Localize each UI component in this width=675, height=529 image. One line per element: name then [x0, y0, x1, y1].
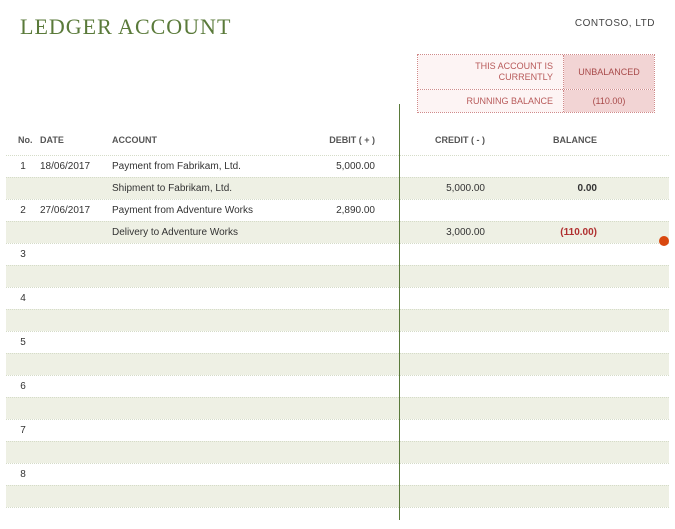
col-header-debit: DEBIT ( + ) — [302, 135, 387, 145]
cell-debit: 5,000.00 — [302, 161, 387, 172]
cell-balance: 0.00 — [497, 183, 627, 194]
table-row — [6, 309, 669, 331]
table-row — [6, 485, 669, 507]
status-row-running-balance: RUNNING BALANCE (110.00) — [417, 90, 655, 114]
table-row — [6, 441, 669, 463]
cell-no: 3 — [6, 249, 40, 260]
cell-date: 18/06/2017 — [40, 161, 112, 172]
table-row: 6 — [6, 375, 669, 397]
status-label: RUNNING BALANCE — [418, 90, 564, 113]
cell-no: 5 — [6, 337, 40, 348]
cell-no: 7 — [6, 425, 40, 436]
col-header-account: ACCOUNT — [112, 135, 302, 145]
col-header-no: No. — [6, 135, 40, 145]
cell-credit: 3,000.00 — [387, 227, 497, 238]
table-row: 5 — [6, 331, 669, 353]
cell-no: 1 — [6, 161, 40, 172]
cell-account: Payment from Fabrikam, Ltd. — [112, 161, 302, 172]
header: LEDGER ACCOUNT CONTOSO, LTD — [0, 0, 675, 50]
table-row: 7 — [6, 419, 669, 441]
status-row-balance-state: THIS ACCOUNT IS CURRENTLY UNBALANCED — [417, 54, 655, 90]
status-label: THIS ACCOUNT IS CURRENTLY — [418, 55, 564, 89]
ledger-table: No. DATE ACCOUNT DEBIT ( + ) CREDIT ( - … — [6, 127, 669, 529]
table-row: 8 — [6, 463, 669, 485]
table-row: 227/06/2017Payment from Adventure Works2… — [6, 199, 669, 221]
cell-credit: 5,000.00 — [387, 183, 497, 194]
table-row: 4 — [6, 287, 669, 309]
alert-dot-icon — [659, 236, 669, 246]
table-row — [6, 397, 669, 419]
cell-no: 2 — [6, 205, 40, 216]
vertical-divider — [399, 104, 400, 520]
cell-account: Delivery to Adventure Works — [112, 227, 302, 238]
table-row: 118/06/2017Payment from Fabrikam, Ltd.5,… — [6, 155, 669, 177]
table-row — [6, 507, 669, 529]
col-header-date: DATE — [40, 135, 112, 145]
status-box: THIS ACCOUNT IS CURRENTLY UNBALANCED RUN… — [417, 54, 655, 113]
cell-account: Shipment to Fabrikam, Ltd. — [112, 183, 302, 194]
status-value-running: (110.00) — [564, 90, 654, 113]
table-body: 118/06/2017Payment from Fabrikam, Ltd.5,… — [6, 155, 669, 529]
cell-no: 6 — [6, 381, 40, 392]
table-row — [6, 265, 669, 287]
cell-date: 27/06/2017 — [40, 205, 112, 216]
col-header-balance: BALANCE — [497, 135, 627, 145]
company-name: CONTOSO, LTD — [575, 14, 655, 29]
cell-account: Payment from Adventure Works — [112, 205, 302, 216]
table-header: No. DATE ACCOUNT DEBIT ( + ) CREDIT ( - … — [6, 127, 669, 155]
cell-no: 4 — [6, 293, 40, 304]
table-row: Delivery to Adventure Works 3,000.00(110.… — [6, 221, 669, 243]
table-row: 3 — [6, 243, 669, 265]
table-row — [6, 353, 669, 375]
page-title: LEDGER ACCOUNT — [20, 14, 231, 40]
table-row: Shipment to Fabrikam, Ltd. 5,000.000.00 — [6, 177, 669, 199]
cell-debit: 2,890.00 — [302, 205, 387, 216]
cell-no: 8 — [6, 469, 40, 480]
status-value-unbalanced: UNBALANCED — [564, 55, 654, 89]
col-header-credit: CREDIT ( - ) — [387, 135, 497, 145]
cell-balance: (110.00) — [497, 227, 627, 238]
